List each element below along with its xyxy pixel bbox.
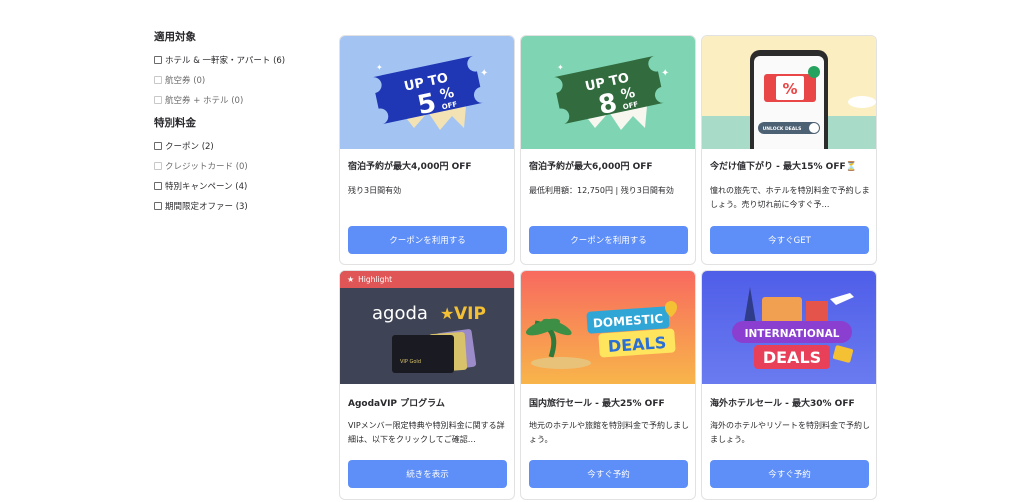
use-coupon-button[interactable]: クーポンを利用する [348, 226, 507, 254]
svg-text:✦: ✦ [661, 68, 669, 79]
filter-group-title-special: 特別料金 [154, 117, 196, 129]
deal-desc: 海外のホテルやリゾートを特別料金で予約しましょう。 [710, 421, 870, 444]
deal-card-domestic[interactable]: DOMESTIC DEALS 国内旅行セール - 最大25% OFF 地元のホテ… [520, 270, 696, 500]
domestic-line2: DEALS [607, 333, 666, 356]
deal-desc: 残り3日間有効 [348, 186, 402, 195]
phone-unlock-deals-image: % UNLOCK DEALS [702, 36, 876, 149]
checkbox [154, 162, 162, 170]
filter-group-title-target: 適用対象 [154, 31, 196, 43]
filter-label: クーポン (2) [165, 142, 214, 152]
vip-text: VIP [454, 304, 486, 324]
checkbox[interactable] [154, 142, 162, 150]
deal-desc: 地元のホテルや旅館を特別料金で予約しましょう。 [529, 421, 689, 444]
filter-label: ホテル & 一軒家・アパート (6) [165, 56, 286, 66]
deal-desc: 憧れの旅先で、ホテルを特別料金で予約しましょう。売り切れ前に今すぐ予… [710, 186, 870, 209]
deal-card-agoda-vip[interactable]: ★ Highlight agoda ★ VIP VIP Gold AgodaVI… [339, 270, 515, 500]
checkbox[interactable] [154, 202, 162, 210]
deal-title: 宿泊予約が最大6,000円 OFF [529, 162, 653, 172]
filter-sidebar: 適用対象 ホテル & 一軒家・アパート (6) 航空券 (0) 航空券 + ホテ… [154, 30, 324, 216]
deal-desc: 最低利用額：12,750円 | 残り3日間有効 [529, 186, 674, 195]
coupon-5-percent-image: UP TO 5 % OFF ✦ ✦ [340, 36, 514, 149]
checkbox [154, 76, 162, 84]
checkbox[interactable] [154, 182, 162, 190]
phone-unlock-text: UNLOCK DEALS [763, 126, 802, 132]
checkbox [154, 96, 162, 104]
get-now-button[interactable]: 今すぐGET [710, 226, 869, 254]
deal-title: 海外ホテルセール - 最大30% OFF [710, 399, 855, 409]
filter-label: クレジットカード (0) [165, 162, 248, 172]
filter-flight: 航空券 (0) [154, 70, 324, 90]
filter-label: 特別キャンペーン (4) [165, 182, 248, 192]
checkbox[interactable] [154, 56, 162, 64]
svg-text:✦: ✦ [376, 63, 383, 72]
svg-text:★: ★ [440, 304, 454, 323]
deal-title: AgodaVIP プログラム [348, 399, 445, 409]
phone-percent: % [782, 80, 797, 98]
coupon-8-percent-image: UP TO 8 % OFF ✦ ✦ [521, 36, 695, 149]
filter-limited-offer[interactable]: 期間限定オファー (3) [154, 196, 324, 216]
filter-hotel-home[interactable]: ホテル & 一軒家・アパート (6) [154, 50, 324, 70]
agoda-brand-text: agoda [372, 303, 428, 324]
deal-title: 今だけ値下がり - 最大15% OFF⏳ [710, 162, 857, 172]
filter-campaign[interactable]: 特別キャンペーン (4) [154, 176, 324, 196]
deal-card-coupon-4000[interactable]: UP TO 5 % OFF ✦ ✦ 宿泊予約が最大4,000円 OFF 残り3日… [339, 35, 515, 265]
deal-title: 国内旅行セール - 最大25% OFF [529, 399, 665, 409]
international-line2: DEALS [763, 348, 821, 367]
highlight-badge: ★ Highlight [340, 271, 514, 288]
book-now-button[interactable]: 今すぐ予約 [710, 460, 869, 488]
svg-text:✦: ✦ [557, 63, 564, 72]
show-more-button[interactable]: 続きを表示 [348, 460, 507, 488]
deal-desc: VIPメンバー限定特典や特別料金に関する詳細は、以下をクリックしてご確認… [348, 421, 505, 444]
deal-card-international[interactable]: INTERNATIONAL DEALS 海外ホテルセール - 最大30% OFF… [701, 270, 877, 500]
use-coupon-button[interactable]: クーポンを利用する [529, 226, 688, 254]
deal-title: 宿泊予約が最大4,000円 OFF [348, 162, 472, 172]
star-icon: ★ [347, 275, 355, 284]
filter-coupon[interactable]: クーポン (2) [154, 136, 324, 156]
filter-flight-hotel: 航空券 + ホテル (0) [154, 90, 324, 110]
domestic-deals-image: DOMESTIC DEALS [521, 271, 695, 384]
highlight-label: Highlight [358, 275, 393, 284]
deal-card-flash-sale[interactable]: % UNLOCK DEALS 今だけ値下がり - 最大15% OFF⏳ 憧れの旅… [701, 35, 877, 265]
filter-label: 航空券 (0) [165, 76, 206, 86]
international-deals-image: INTERNATIONAL DEALS [702, 271, 876, 384]
vip-card-text: VIP Gold [400, 359, 421, 365]
filter-label: 期間限定オファー (3) [165, 202, 248, 212]
filter-label: 航空券 + ホテル (0) [165, 96, 244, 106]
book-now-button[interactable]: 今すぐ予約 [529, 460, 688, 488]
svg-text:✦: ✦ [480, 68, 488, 79]
deal-card-coupon-6000[interactable]: UP TO 8 % OFF ✦ ✦ 宿泊予約が最大6,000円 OFF 最低利用… [520, 35, 696, 265]
filter-credit-card: クレジットカード (0) [154, 156, 324, 176]
international-line1: INTERNATIONAL [745, 328, 840, 340]
